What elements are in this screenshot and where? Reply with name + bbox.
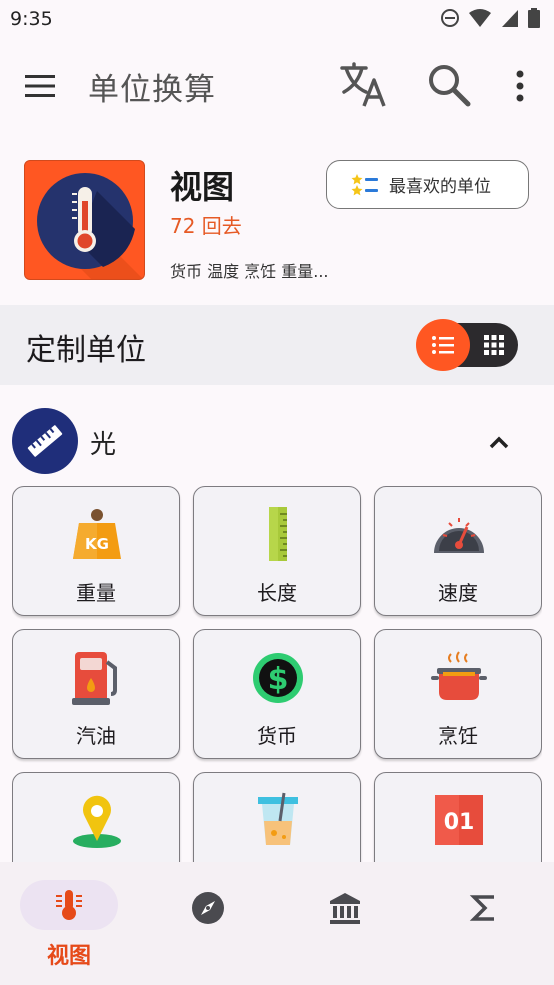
tile-label: 速度 [438, 581, 478, 605]
compass-icon [192, 892, 224, 924]
more-options-button[interactable] [506, 66, 534, 106]
custom-units-title: 定制单位 [26, 333, 146, 368]
nav-label-view: 视图 [46, 944, 91, 969]
binary-icon: 01 [435, 795, 483, 845]
tile-label: 重量 [76, 581, 116, 605]
tile-cooking[interactable]: 烹饪 [374, 629, 542, 759]
ruler-icon [27, 425, 63, 457]
speedometer-icon [434, 518, 484, 553]
svg-text:KG: KG [85, 535, 109, 553]
svg-text:$: $ [268, 662, 289, 697]
favorite-units-label: 最喜欢的单位 [389, 177, 491, 197]
do-not-disturb-icon [441, 9, 459, 27]
tile-currency[interactable]: $ 货币 [193, 629, 361, 759]
translate-icon [340, 62, 386, 107]
nav-item-calculate[interactable] [464, 888, 504, 928]
category-header: 视图 72 回去 货币 温度 烹饪 重量... 最喜欢的单位 [0, 150, 554, 290]
dollar-icon: $ [253, 653, 303, 703]
tile-fuel[interactable]: 汽油 [12, 629, 180, 759]
back-count[interactable]: 72 回去 [170, 210, 242, 239]
beaker-icon [258, 792, 298, 845]
app-bar: 单位换算 [0, 52, 554, 118]
thermometer-badge-icon [37, 173, 143, 279]
grid-view-button[interactable] [484, 335, 504, 355]
nav-item-view[interactable]: 视图 [20, 880, 120, 970]
bank-icon [330, 893, 360, 924]
tile-binary[interactable]: 01 [374, 772, 542, 862]
svg-text:01: 01 [444, 810, 475, 835]
unit-grid: KG 重量 长度 速度 汽油 $ 货币 烹饪 01 [12, 486, 542, 862]
group-ruler-badge [12, 408, 78, 474]
category-image [24, 160, 145, 280]
tile-length[interactable]: 长度 [193, 486, 361, 616]
star-list-icon [351, 173, 378, 195]
favorite-units-button[interactable]: 最喜欢的单位 [326, 160, 529, 209]
status-time: 9:35 [10, 8, 53, 30]
list-view-button[interactable] [416, 319, 470, 371]
translate-button[interactable] [338, 62, 388, 110]
menu-button[interactable] [20, 66, 60, 106]
category-title: 视图 [170, 168, 235, 206]
group-label: 光 [90, 430, 117, 460]
list-icon [432, 336, 454, 354]
tile-volume[interactable] [193, 772, 361, 862]
fuel-pump-icon [72, 652, 117, 705]
recent-categories: 货币 温度 烹饪 重量... [170, 262, 329, 281]
group-header[interactable]: 光 [0, 400, 554, 482]
tile-label: 烹饪 [438, 724, 478, 748]
thermometer-icon [56, 890, 82, 920]
status-bar: 9:35 [0, 0, 554, 38]
wifi-icon [469, 9, 491, 27]
tile-weight[interactable]: KG 重量 [12, 486, 180, 616]
grid-icon [484, 335, 504, 355]
battery-icon [528, 8, 540, 28]
tile-label: 长度 [257, 581, 297, 605]
tile-speed[interactable]: 速度 [374, 486, 542, 616]
cooking-pot-icon [431, 651, 487, 700]
menu-icon [25, 75, 55, 97]
weight-kg-icon: KG [73, 509, 121, 559]
status-icons [440, 8, 540, 28]
nav-item-finance[interactable] [325, 888, 365, 928]
tile-label: 汽油 [76, 724, 116, 748]
app-title: 单位换算 [88, 72, 216, 108]
collapse-button[interactable] [484, 428, 514, 456]
nav-active-indicator [20, 880, 118, 930]
custom-units-bar: 定制单位 [0, 305, 554, 385]
bottom-navigation: 视图 [0, 862, 554, 985]
search-icon [429, 65, 471, 107]
tile-location[interactable] [12, 772, 180, 862]
ruler-icon [269, 507, 287, 561]
sigma-icon [469, 895, 494, 921]
location-pin-icon [73, 795, 121, 848]
more-vert-icon [516, 70, 524, 102]
nav-item-explore[interactable] [188, 888, 228, 928]
signal-icon [502, 10, 518, 27]
chevron-up-icon [489, 436, 509, 449]
search-button[interactable] [426, 62, 472, 108]
tile-label: 货币 [257, 724, 297, 748]
view-mode-toggle[interactable] [416, 319, 518, 371]
